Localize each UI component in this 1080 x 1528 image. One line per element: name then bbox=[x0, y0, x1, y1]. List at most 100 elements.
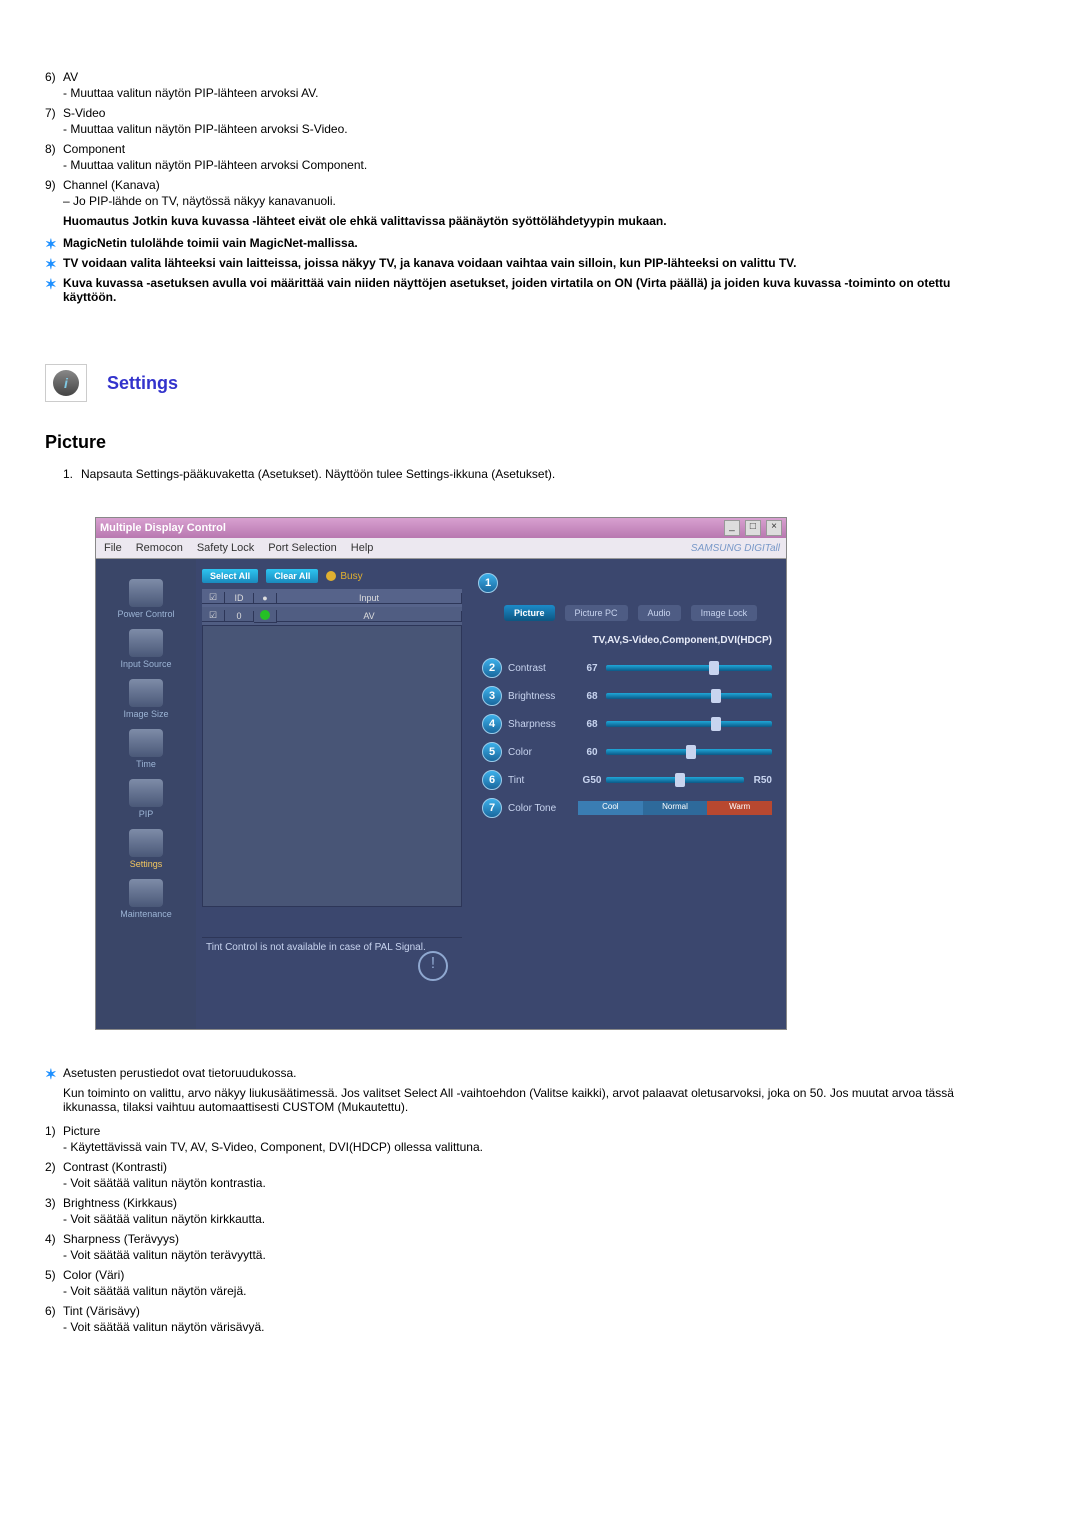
slider-value: G50 bbox=[578, 775, 606, 786]
color-tone-slider[interactable]: Cool Normal Warm bbox=[578, 801, 772, 815]
slider-label: Sharpness bbox=[508, 719, 578, 730]
step-text: Napsauta Settings-pääkuvaketta (Asetukse… bbox=[81, 467, 555, 481]
sidebar-icon bbox=[129, 829, 163, 857]
sidebar-item[interactable]: PIP bbox=[96, 779, 196, 819]
sidebar-icon bbox=[129, 629, 163, 657]
col-status: ● bbox=[254, 593, 277, 604]
slider-row: 2Contrast67 bbox=[482, 658, 772, 678]
info-icon: ! bbox=[418, 951, 448, 981]
marker-5: 5 bbox=[482, 742, 502, 762]
grid-header: ☑ ID ● Input bbox=[202, 589, 462, 607]
list-sub: - Muuttaa valitun näytön PIP-lähteen arv… bbox=[45, 86, 955, 100]
list-item: 7)S-Video bbox=[45, 106, 955, 120]
slider[interactable] bbox=[606, 693, 772, 699]
list-sub: - Muuttaa valitun näytön PIP-lähteen arv… bbox=[45, 122, 955, 136]
source-line: TV,AV,S-Video,Component,DVI(HDCP) bbox=[482, 635, 772, 646]
status-dot-icon bbox=[254, 610, 277, 623]
tone-normal: Normal bbox=[643, 801, 708, 815]
window-controls: _ □ × bbox=[722, 520, 782, 536]
star-note: ✶TV voidaan valita lähteeksi vain laitte… bbox=[45, 256, 955, 272]
tabs: Picture Picture PC Audio Image Lock bbox=[504, 605, 772, 621]
list-item: 6)AV bbox=[45, 70, 955, 84]
sidebar-item[interactable]: Image Size bbox=[96, 679, 196, 719]
grid-row[interactable]: ☑ 0 AV bbox=[202, 607, 462, 625]
star-note-below: ✶ Asetusten perustiedot ovat tietoruuduk… bbox=[45, 1066, 955, 1082]
list-item: 3)Brightness (Kirkkaus) bbox=[45, 1196, 955, 1210]
menu-item[interactable]: Help bbox=[351, 542, 374, 554]
slider[interactable] bbox=[606, 777, 744, 783]
marker-3: 3 bbox=[482, 686, 502, 706]
bold-note: Huomautus Jotkin kuva kuvassa -lähteet e… bbox=[45, 214, 955, 228]
tone-cool: Cool bbox=[578, 801, 643, 815]
top-numbered-list: 6)AV - Muuttaa valitun näytön PIP-lähteen… bbox=[45, 70, 955, 208]
close-icon[interactable]: × bbox=[766, 520, 782, 536]
star-icon: ✶ bbox=[45, 276, 63, 292]
star-note: ✶Kuva kuvassa -asetuksen avulla voi määr… bbox=[45, 276, 955, 304]
app-screenshot: Multiple Display Control _ □ × FileRemoc… bbox=[95, 517, 787, 1030]
sidebar-icon bbox=[129, 779, 163, 807]
grid-panel: Select All Clear All Busy ☑ ID ● Input ☑… bbox=[196, 559, 468, 1029]
settings-title: Settings bbox=[107, 373, 178, 394]
picture-heading: Picture bbox=[45, 432, 955, 453]
brand-label: SAMSUNG DIGITall bbox=[691, 543, 780, 554]
list-item: 6)Tint (Värisävy) bbox=[45, 1304, 955, 1318]
sidebar-icon bbox=[129, 579, 163, 607]
slider-value: 68 bbox=[578, 691, 606, 702]
slider[interactable] bbox=[606, 665, 772, 671]
minimize-icon[interactable]: _ bbox=[724, 520, 740, 536]
slider-value: 68 bbox=[578, 719, 606, 730]
menu-item[interactable]: Safety Lock bbox=[197, 542, 254, 554]
sidebar-item[interactable]: Maintenance bbox=[96, 879, 196, 919]
para-below: Kun toiminto on valittu, arvo näkyy liuk… bbox=[45, 1086, 955, 1114]
menu-item[interactable]: Port Selection bbox=[268, 542, 336, 554]
tip-bar: Tint Control is not available in case of… bbox=[202, 937, 462, 957]
slider-row: 3Brightness68 bbox=[482, 686, 772, 706]
color-tone-row: 7 Color Tone Cool Normal Warm bbox=[482, 798, 772, 818]
row-input: AV bbox=[277, 611, 462, 622]
col-input: Input bbox=[277, 593, 462, 604]
select-all-button[interactable]: Select All bbox=[202, 569, 258, 583]
slider-value: 60 bbox=[578, 747, 606, 758]
marker-1: 1 bbox=[478, 573, 498, 593]
marker-7: 7 bbox=[482, 798, 502, 818]
list-sub: - Voit säätää valitun näytön kirkkautta. bbox=[45, 1212, 955, 1226]
list-sub: - Voit säätää valitun näytön terävyyttä. bbox=[45, 1248, 955, 1262]
list-item: 2)Contrast (Kontrasti) bbox=[45, 1160, 955, 1174]
sidebar-item[interactable]: Input Source bbox=[96, 629, 196, 669]
list-sub: - Voit säätää valitun näytön värisävyä. bbox=[45, 1320, 955, 1334]
color-tone-label: Color Tone bbox=[508, 803, 578, 814]
menu-item[interactable]: Remocon bbox=[136, 542, 183, 554]
slider[interactable] bbox=[606, 721, 772, 727]
slider-row: 4 Sharpness68 bbox=[482, 714, 772, 734]
slider-row: 5 Color60 bbox=[482, 742, 772, 762]
list-item: 5)Color (Väri) bbox=[45, 1268, 955, 1282]
sidebar-item[interactable]: Power Control bbox=[96, 579, 196, 619]
col-checkbox[interactable]: ☑ bbox=[202, 592, 225, 604]
star-icon: ✶ bbox=[45, 236, 63, 252]
marker-6: 6 bbox=[482, 770, 502, 790]
slider-rvalue: R50 bbox=[744, 775, 772, 786]
marker-4: 4 bbox=[482, 714, 502, 734]
marker-2: 2 bbox=[482, 658, 502, 678]
list-sub: - Muuttaa valitun näytön PIP-lähteen arv… bbox=[45, 158, 955, 172]
tab[interactable]: Image Lock bbox=[691, 605, 758, 621]
clear-all-button[interactable]: Clear All bbox=[266, 569, 318, 583]
slider-label: Color bbox=[508, 747, 578, 758]
list-item: 4)Sharpness (Terävyys) bbox=[45, 1232, 955, 1246]
tone-warm: Warm bbox=[707, 801, 772, 815]
tab[interactable]: Picture bbox=[504, 605, 555, 621]
menu-item[interactable]: File bbox=[104, 542, 122, 554]
sidebar-item[interactable]: Settings bbox=[96, 829, 196, 869]
tab[interactable]: Picture PC bbox=[565, 605, 628, 621]
col-id: ID bbox=[225, 593, 254, 604]
tab[interactable]: Audio bbox=[638, 605, 681, 621]
maximize-icon[interactable]: □ bbox=[745, 520, 761, 536]
step-num: 1. bbox=[63, 467, 81, 481]
settings-icon: i bbox=[45, 364, 87, 402]
list-sub: - Voit säätää valitun näytön värejä. bbox=[45, 1284, 955, 1298]
list-sub: - Käytettävissä vain TV, AV, S-Video, Co… bbox=[45, 1140, 955, 1154]
settings-panel: 1 Picture Picture PC Audio Image Lock TV,AV… bbox=[468, 559, 786, 1029]
slider-label: Contrast bbox=[508, 663, 578, 674]
sidebar-item[interactable]: Time bbox=[96, 729, 196, 769]
slider[interactable] bbox=[606, 749, 772, 755]
